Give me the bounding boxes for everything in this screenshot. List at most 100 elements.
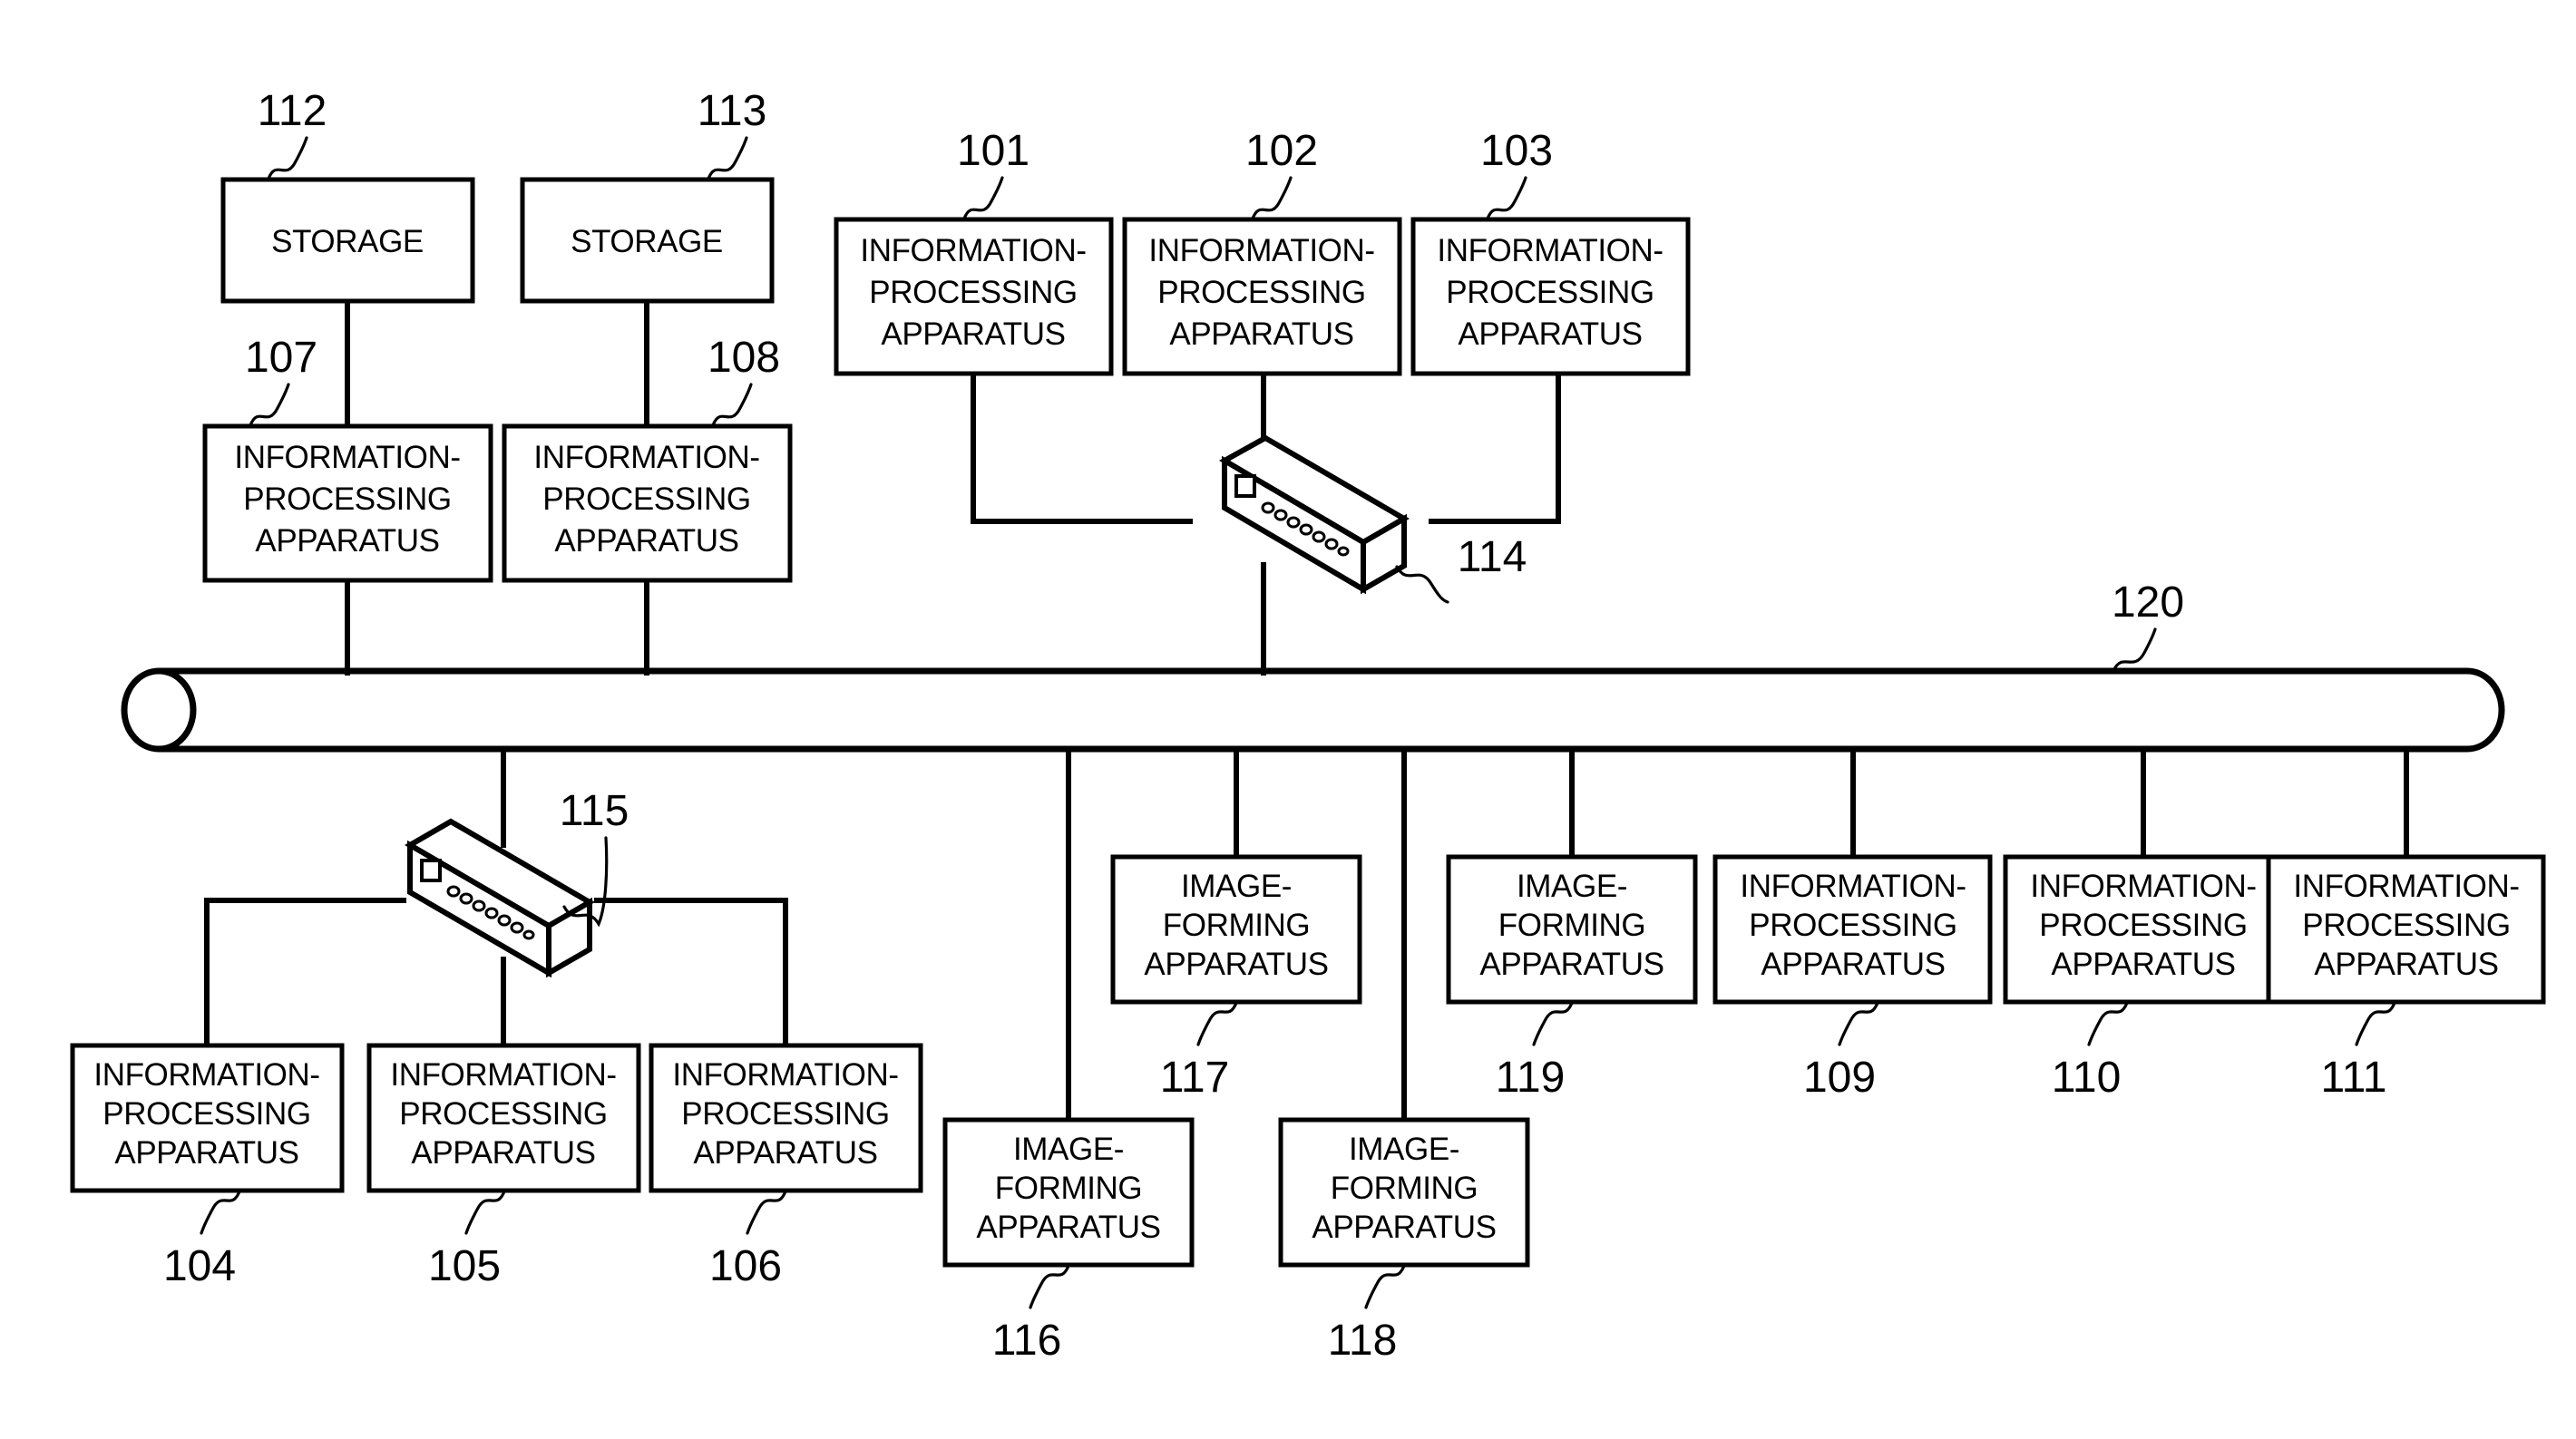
node-118-line1: IMAGE- (1349, 1132, 1459, 1167)
network-bus-120[interactable] (121, 667, 2505, 753)
node-109-line2: PROCESSING (1749, 908, 1956, 943)
node-information-processing-apparatus-111[interactable]: INFORMATION- PROCESSING APPARATUS (2266, 854, 2546, 1005)
ref-callout-117: 117 (1160, 1001, 1238, 1102)
ref-callout-110: 110 (2052, 1001, 2129, 1102)
leader-line-119 (1532, 1001, 1574, 1046)
network-switch-115[interactable] (405, 818, 595, 978)
bus-left-cap (121, 667, 197, 753)
node-116-line1: IMAGE- (1013, 1132, 1124, 1167)
ref-number-115: 115 (560, 787, 629, 835)
ref-callout-114: 114 (1395, 533, 1527, 604)
ref-callout-101: 101 (957, 127, 1029, 220)
node-110-line3: APPARATUS (2051, 947, 2235, 982)
ref-callout-103: 103 (1480, 127, 1553, 220)
node-119-line3: APPARATUS (1479, 947, 1664, 982)
node-101-line3: APPARATUS (881, 316, 1065, 352)
node-103-line1: INFORMATION- (1437, 233, 1663, 268)
node-104-line3: APPARATUS (114, 1135, 298, 1171)
node-image-forming-apparatus-119[interactable]: IMAGE- FORMING APPARATUS (1446, 854, 1698, 1005)
network-switch-114[interactable] (1218, 434, 1410, 595)
node-109-line3: APPARATUS (1761, 947, 1945, 982)
node-information-processing-apparatus-110[interactable]: INFORMATION- PROCESSING APPARATUS (2003, 854, 2283, 1005)
ref-number-105: 105 (428, 1242, 501, 1290)
node-102-line3: APPARATUS (1169, 316, 1353, 352)
node-107-line1: INFORMATION- (234, 440, 460, 475)
leader-line-107 (249, 383, 290, 427)
node-116-line3: APPARATUS (976, 1210, 1160, 1245)
node-image-forming-apparatus-116[interactable]: IMAGE- FORMING APPARATUS (942, 1117, 1195, 1268)
node-111-line3: APPARATUS (2314, 947, 2498, 982)
node-information-processing-apparatus-103[interactable]: INFORMATION- PROCESSING APPARATUS (1410, 217, 1691, 376)
node-111-line2: PROCESSING (2302, 908, 2510, 943)
node-information-processing-apparatus-102[interactable]: INFORMATION- PROCESSING APPARATUS (1122, 217, 1402, 376)
node-information-processing-apparatus-107[interactable]: INFORMATION- PROCESSING APPARATUS (202, 423, 493, 583)
ref-number-112: 112 (258, 87, 327, 135)
node-106-line3: APPARATUS (693, 1135, 877, 1171)
leader-line-110 (2087, 1001, 2129, 1046)
ref-callout-106: 106 (709, 1190, 787, 1290)
node-106-line1: INFORMATION- (672, 1057, 898, 1093)
leader-line-111 (2355, 1001, 2396, 1046)
leader-line-114 (1395, 565, 1449, 604)
node-119-line2: FORMING (1498, 908, 1645, 943)
node-117-line3: APPARATUS (1144, 947, 1328, 982)
node-109-line1: INFORMATION- (1740, 869, 1966, 904)
node-107-line2: PROCESSING (243, 481, 451, 517)
ref-callout-113: 113 (698, 87, 767, 180)
node-118-line3: APPARATUS (1312, 1210, 1496, 1245)
leader-line-106 (746, 1190, 787, 1235)
ref-number-114: 114 (1458, 533, 1527, 581)
ref-callout-119: 119 (1496, 1001, 1574, 1102)
node-105-line2: PROCESSING (399, 1096, 607, 1132)
leader-line-101 (962, 176, 1004, 220)
node-117-line1: IMAGE- (1181, 869, 1292, 904)
leader-line-112 (267, 136, 308, 180)
leader-line-109 (1838, 1001, 1879, 1046)
leader-line-108 (711, 383, 753, 427)
ref-callout-112: 112 (258, 87, 327, 180)
leader-line-104 (200, 1190, 241, 1235)
leader-line-102 (1251, 176, 1293, 220)
node-104-line2: PROCESSING (102, 1096, 310, 1132)
node-image-forming-apparatus-118[interactable]: IMAGE- FORMING APPARATUS (1278, 1117, 1530, 1268)
ref-callout-104: 104 (163, 1190, 241, 1290)
node-108-line2: PROCESSING (542, 481, 750, 517)
node-storage-113[interactable]: STORAGE (520, 177, 775, 304)
ref-number-107: 107 (245, 334, 317, 382)
node-108-line1: INFORMATION- (533, 440, 759, 475)
node-111-line1: INFORMATION- (2293, 869, 2519, 904)
node-information-processing-apparatus-109[interactable]: INFORMATION- PROCESSING APPARATUS (1712, 854, 1993, 1005)
ref-callout-111: 111 (2321, 1001, 2396, 1102)
ref-number-101: 101 (957, 127, 1029, 175)
ref-number-117: 117 (1160, 1054, 1230, 1102)
node-110-line1: INFORMATION- (2030, 869, 2256, 904)
leader-line-116 (1029, 1264, 1070, 1309)
node-112-label: STORAGE (271, 224, 424, 259)
node-storage-112[interactable]: STORAGE (220, 177, 475, 304)
ref-number-120: 120 (2112, 579, 2184, 627)
node-105-line1: INFORMATION- (390, 1057, 616, 1093)
wire-switch115-to-104 (204, 898, 406, 1045)
node-information-processing-apparatus-106[interactable]: INFORMATION- PROCESSING APPARATUS (649, 1043, 923, 1193)
node-107-line3: APPARATUS (255, 523, 439, 559)
node-information-processing-apparatus-101[interactable]: INFORMATION- PROCESSING APPARATUS (834, 217, 1114, 376)
node-103-line3: APPARATUS (1458, 316, 1642, 352)
leader-line-117 (1196, 1001, 1238, 1046)
node-113-label: STORAGE (571, 224, 723, 259)
node-image-forming-apparatus-117[interactable]: IMAGE- FORMING APPARATUS (1110, 854, 1362, 1005)
node-information-processing-apparatus-105[interactable]: INFORMATION- PROCESSING APPARATUS (366, 1043, 641, 1193)
leader-line-120 (2112, 627, 2157, 673)
node-103-line2: PROCESSING (1446, 275, 1654, 310)
node-101-line1: INFORMATION- (860, 233, 1086, 268)
node-105-line3: APPARATUS (411, 1135, 595, 1171)
node-116-line2: FORMING (995, 1171, 1142, 1206)
node-information-processing-apparatus-104[interactable]: INFORMATION- PROCESSING APPARATUS (70, 1043, 345, 1193)
ref-number-104: 104 (163, 1242, 236, 1290)
ref-callout-105: 105 (428, 1190, 506, 1290)
ref-callout-109: 109 (1803, 1001, 1879, 1102)
node-information-processing-apparatus-108[interactable]: INFORMATION- PROCESSING APPARATUS (502, 423, 793, 583)
ref-number-103: 103 (1480, 127, 1553, 175)
switch114-port (1234, 474, 1256, 498)
node-102-line2: PROCESSING (1157, 275, 1365, 310)
ref-number-113: 113 (698, 87, 767, 135)
